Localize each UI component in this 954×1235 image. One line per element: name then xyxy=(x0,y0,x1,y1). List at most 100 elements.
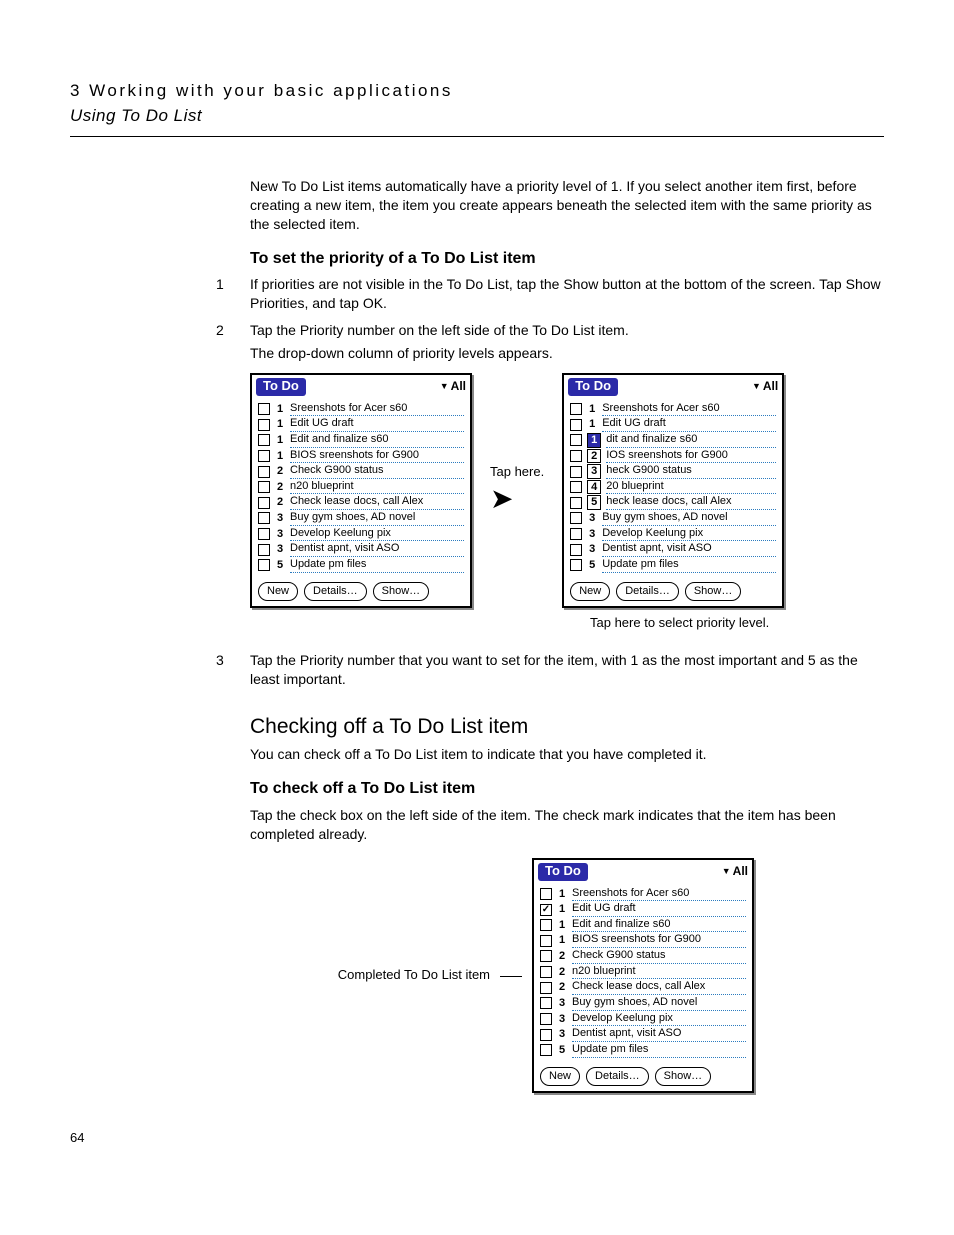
priority-number[interactable]: 1 xyxy=(275,434,285,447)
priority-number[interactable]: 1 xyxy=(587,403,597,416)
todo-row[interactable]: 3 Buy gym shoes, AD novel xyxy=(540,996,746,1011)
checkbox[interactable] xyxy=(570,466,582,478)
priority-number[interactable]: 2 xyxy=(557,981,567,994)
todo-row[interactable]: 2 Check G900 status xyxy=(258,464,464,479)
priority-number[interactable]: 2 xyxy=(275,465,285,478)
todo-row[interactable]: 3 Develop Keelung pix xyxy=(570,527,776,542)
priority-number[interactable]: 1 xyxy=(587,433,601,448)
show-button[interactable]: Show… xyxy=(655,1067,712,1086)
checkbox[interactable] xyxy=(540,935,552,947)
checkbox[interactable] xyxy=(570,528,582,540)
todo-row[interactable]: 1Sreenshots for Acer s60 xyxy=(570,402,776,417)
todo-row[interactable]: 1BIOS sreenshots for G900 xyxy=(540,933,746,948)
checkbox[interactable] xyxy=(540,1013,552,1025)
todo-text[interactable]: Edit UG draft xyxy=(572,902,746,917)
checkbox[interactable] xyxy=(570,559,582,571)
todo-row[interactable]: 5Update pm files xyxy=(258,558,464,573)
priority-number[interactable]: 2 xyxy=(275,481,285,494)
checkbox[interactable] xyxy=(258,544,270,556)
checkbox[interactable] xyxy=(258,450,270,462)
checkbox[interactable] xyxy=(570,497,582,509)
checkbox[interactable] xyxy=(570,481,582,493)
checkbox[interactable] xyxy=(570,403,582,415)
todo-row[interactable]: 5heck lease docs, call Alex xyxy=(570,495,776,510)
todo-row[interactable]: 1Edit and finalize s60 xyxy=(258,433,464,448)
checkbox[interactable] xyxy=(258,481,270,493)
app-title[interactable]: To Do xyxy=(256,378,306,396)
todo-text[interactable]: n20 blueprint xyxy=(572,965,746,980)
priority-number[interactable]: 2 xyxy=(587,449,601,464)
todo-text[interactable]: Edit UG draft xyxy=(602,417,776,432)
checkbox[interactable] xyxy=(570,512,582,524)
checkbox[interactable] xyxy=(540,904,552,916)
checkbox[interactable] xyxy=(540,919,552,931)
todo-text[interactable]: Develop Keelung pix xyxy=(572,1012,746,1027)
checkbox[interactable] xyxy=(540,997,552,1009)
priority-number[interactable]: 4 xyxy=(587,480,601,495)
priority-number[interactable]: 3 xyxy=(557,1013,567,1026)
todo-row[interactable]: 2IOS sreenshots for G900 xyxy=(570,449,776,464)
priority-number[interactable]: 3 xyxy=(557,997,567,1010)
todo-text[interactable]: Develop Keelung pix xyxy=(602,527,776,542)
priority-number[interactable]: 3 xyxy=(587,528,597,541)
todo-row[interactable]: 1Edit UG draft xyxy=(258,417,464,432)
todo-row[interactable]: 3Dentist apnt, visit ASO xyxy=(540,1027,746,1042)
priority-number[interactable]: 2 xyxy=(275,496,285,509)
category-selector[interactable]: ▼ All xyxy=(440,380,466,394)
todo-text[interactable]: heck G900 status xyxy=(606,464,776,479)
priority-number[interactable]: 5 xyxy=(587,495,601,510)
priority-number[interactable]: 1 xyxy=(275,450,285,463)
checkbox[interactable] xyxy=(570,544,582,556)
todo-text[interactable]: BIOS sreenshots for G900 xyxy=(572,933,746,948)
todo-text[interactable]: Dentist apnt, visit ASO xyxy=(290,542,464,557)
checkbox[interactable] xyxy=(258,497,270,509)
priority-number[interactable]: 1 xyxy=(557,903,567,916)
todo-row[interactable]: 3Develop Keelung pix xyxy=(258,527,464,542)
todo-row[interactable]: 2Check lease docs, call Alex xyxy=(258,495,464,510)
todo-row[interactable]: 5 Update pm files xyxy=(570,558,776,573)
checkbox[interactable] xyxy=(258,466,270,478)
todo-text[interactable]: Check G900 status xyxy=(290,464,464,479)
new-button[interactable]: New xyxy=(570,582,610,601)
todo-row[interactable]: 5Update pm files xyxy=(540,1043,746,1058)
priority-number[interactable]: 1 xyxy=(557,919,567,932)
priority-number[interactable]: 3 xyxy=(587,464,601,479)
checkbox[interactable] xyxy=(570,450,582,462)
checkbox[interactable] xyxy=(258,403,270,415)
todo-row[interactable]: 1Sreenshots for Acer s60 xyxy=(540,887,746,902)
todo-text[interactable]: Sreenshots for Acer s60 xyxy=(572,887,746,902)
priority-number[interactable]: 2 xyxy=(557,966,567,979)
todo-text[interactable]: Buy gym shoes, AD novel xyxy=(572,996,746,1011)
todo-row[interactable]: 3 heck G900 status xyxy=(570,464,776,479)
todo-row[interactable]: 3Dentist apnt, visit ASO xyxy=(570,542,776,557)
todo-row[interactable]: 2n20 blueprint xyxy=(258,480,464,495)
todo-row[interactable]: 1BIOS sreenshots for G900 xyxy=(258,449,464,464)
todo-row[interactable]: 1 Edit UG draft xyxy=(540,902,746,917)
checkbox[interactable] xyxy=(570,434,582,446)
checkbox[interactable] xyxy=(540,966,552,978)
todo-text[interactable]: Buy gym shoes, AD novel xyxy=(602,511,776,526)
priority-number[interactable]: 1 xyxy=(587,418,597,431)
checkbox[interactable] xyxy=(540,1029,552,1041)
todo-row[interactable]: 4 20 blueprint xyxy=(570,480,776,495)
todo-text[interactable]: Edit and finalize s60 xyxy=(572,918,746,933)
todo-text[interactable]: Update pm files xyxy=(602,558,776,573)
priority-number[interactable]: 5 xyxy=(587,559,597,572)
show-button[interactable]: Show… xyxy=(373,582,430,601)
todo-row[interactable]: 1 Edit and finalize s60 xyxy=(540,918,746,933)
todo-row[interactable]: 3Dentist apnt, visit ASO xyxy=(258,542,464,557)
todo-text[interactable]: 20 blueprint xyxy=(606,480,776,495)
checkbox[interactable] xyxy=(540,982,552,994)
details-button[interactable]: Details… xyxy=(616,582,679,601)
todo-row[interactable]: 2Check lease docs, call Alex xyxy=(540,980,746,995)
todo-row[interactable]: 3Buy gym shoes, AD novel xyxy=(570,511,776,526)
checkbox[interactable] xyxy=(258,528,270,540)
priority-number[interactable]: 3 xyxy=(587,543,597,556)
checkbox[interactable] xyxy=(258,419,270,431)
category-selector[interactable]: ▼ All xyxy=(752,380,778,394)
todo-text[interactable]: Sreenshots for Acer s60 xyxy=(290,402,464,417)
app-title[interactable]: To Do xyxy=(568,378,618,396)
todo-text[interactable]: Buy gym shoes, AD novel xyxy=(290,511,464,526)
priority-number[interactable]: 3 xyxy=(275,512,285,525)
todo-row[interactable]: 1Sreenshots for Acer s60 xyxy=(258,402,464,417)
